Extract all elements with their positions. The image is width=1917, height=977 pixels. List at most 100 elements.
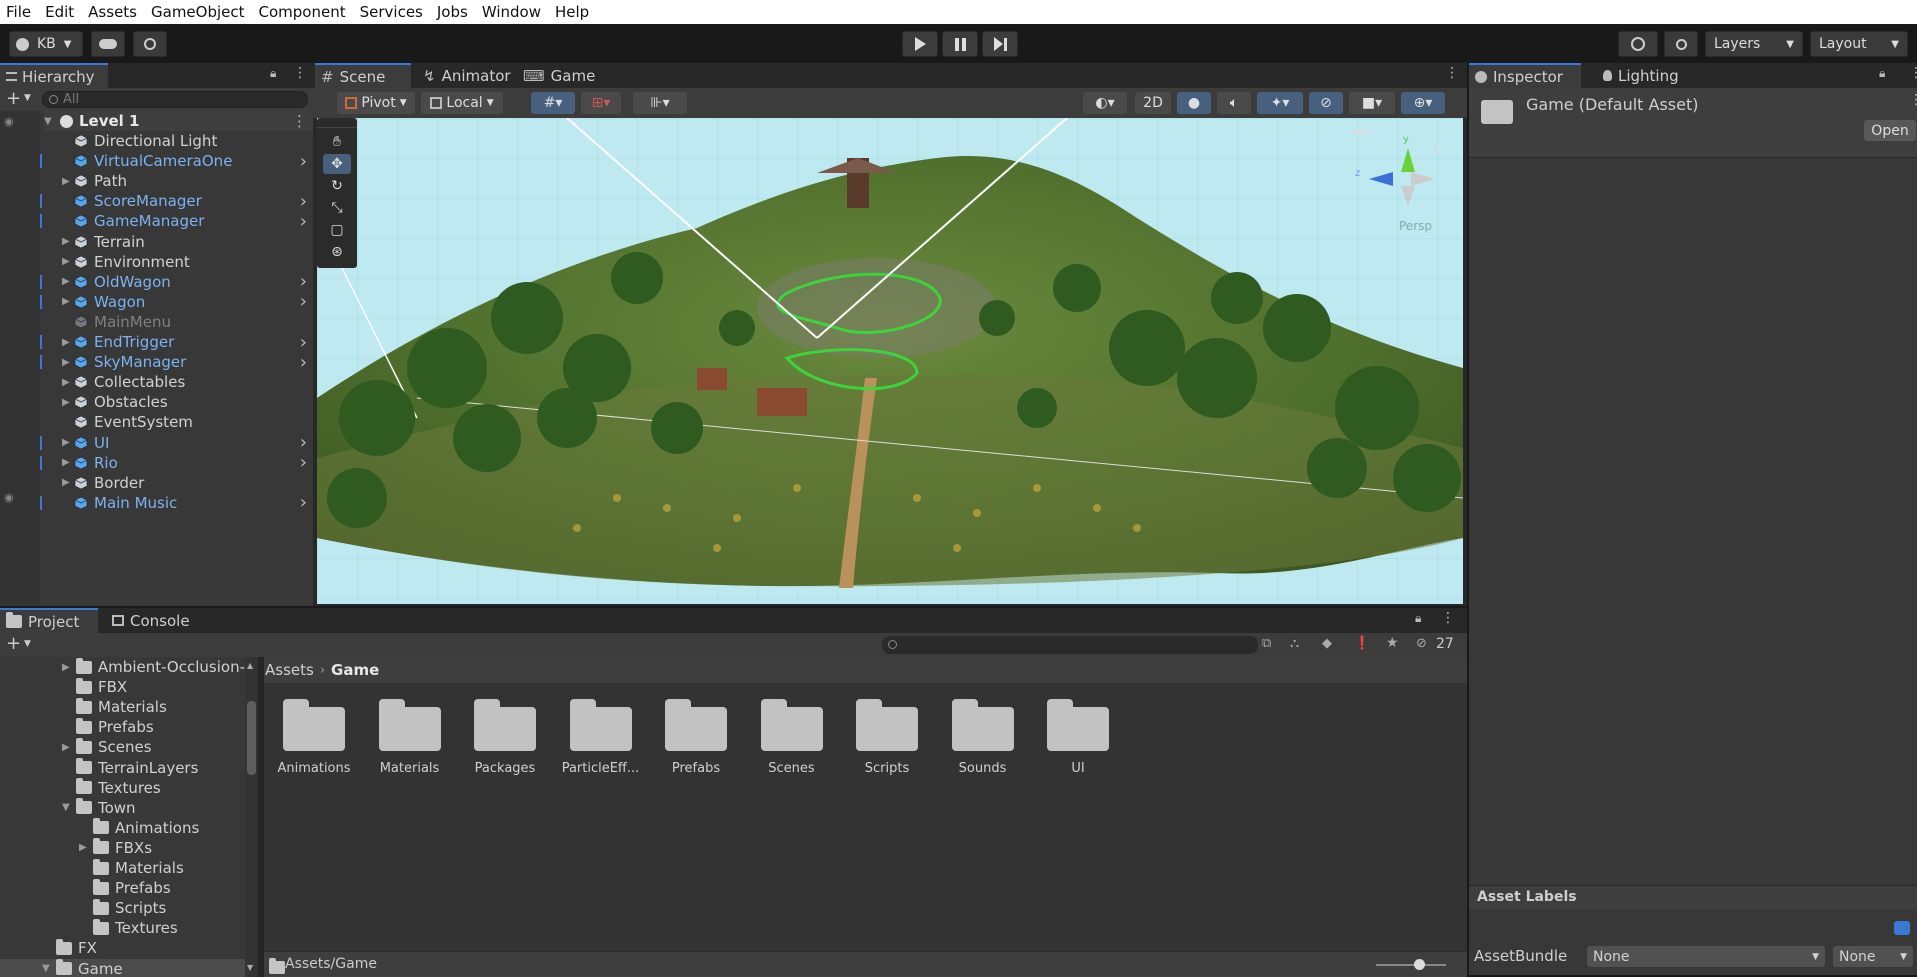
hierarchy-item[interactable]: MainMenu — [44, 312, 313, 332]
tree-folder-item[interactable]: Scripts — [0, 898, 245, 918]
menu-gameobject[interactable]: GameObject — [151, 3, 245, 21]
align-button[interactable]: ⊪▾ — [633, 92, 687, 114]
hierarchy-item[interactable]: ▶SkyManager› — [44, 352, 313, 372]
folder-tile[interactable]: Materials — [362, 695, 458, 785]
scroll-up-icon[interactable]: ▲ — [247, 661, 253, 670]
tree-folder-item[interactable]: Prefabs — [0, 878, 245, 898]
history-button[interactable] — [1618, 31, 1658, 57]
hierarchy-item[interactable]: ▶Rio› — [44, 453, 313, 473]
chevron-right-icon[interactable]: › — [300, 332, 307, 353]
folder-tile[interactable]: Scripts — [839, 695, 935, 785]
tab-hierarchy[interactable]: Hierarchy — [0, 63, 108, 88]
tree-folder-item[interactable]: Prefabs — [0, 717, 245, 737]
collapse-arrow-icon[interactable]: ▼ — [62, 802, 76, 813]
kebab-menu-icon[interactable]: ⋮ — [293, 65, 307, 81]
chevron-right-icon[interactable]: › — [300, 432, 307, 453]
hidden-objects-toggle[interactable]: ⊘ — [1309, 92, 1343, 114]
pause-button[interactable] — [942, 31, 978, 57]
tab-animator[interactable]: ↯ Animator — [417, 63, 513, 88]
chevron-right-icon[interactable]: › — [300, 352, 307, 373]
scale-tool[interactable]: ⤡ — [323, 198, 351, 218]
menu-services[interactable]: Services — [360, 3, 423, 21]
project-search-input[interactable] — [882, 636, 1258, 654]
folder-tile[interactable]: Sounds — [935, 695, 1031, 785]
hierarchy-item[interactable]: ▶UI› — [44, 433, 313, 453]
menu-jobs[interactable]: Jobs — [437, 3, 468, 21]
hierarchy-item[interactable]: ▶Collectables — [44, 372, 313, 392]
increment-snap-button[interactable]: ⊞▾ — [581, 92, 621, 114]
shading-mode-dropdown[interactable]: ◐▾ — [1083, 92, 1127, 114]
tree-folder-item[interactable]: TerrainLayers — [0, 758, 245, 778]
tree-folder-item[interactable]: ▶FBXs — [0, 838, 245, 858]
hierarchy-item[interactable]: ▶Path — [44, 171, 313, 191]
gizmo-z-axis[interactable] — [1369, 172, 1393, 186]
expand-arrow-icon[interactable]: ▶ — [62, 276, 74, 287]
zoom-slider[interactable] — [1376, 964, 1446, 966]
scene-row[interactable]: ▼ Level 1 ⋮ — [44, 111, 313, 131]
folder-tile[interactable]: Prefabs — [648, 695, 744, 785]
chevron-right-icon[interactable]: › — [300, 291, 307, 312]
scene-viewport[interactable]: ✋︎ ✥ ↻ ⤡ ▢ ⊛ y z x Persp — [317, 118, 1463, 604]
hierarchy-item[interactable]: ▶Border — [44, 473, 313, 493]
expand-arrow-icon[interactable]: ▶ — [62, 176, 74, 187]
tab-lighting[interactable]: Lighting — [1597, 63, 1697, 88]
menu-window[interactable]: Window — [482, 3, 541, 21]
tools-drag-handle[interactable] — [317, 118, 357, 128]
kebab-menu-icon[interactable]: ⋮ — [292, 112, 307, 130]
expand-arrow-icon[interactable]: ▶ — [62, 236, 74, 247]
chevron-down-icon[interactable]: ▼ — [24, 93, 31, 103]
lock-icon[interactable]: 🔒︎ — [1879, 66, 1885, 81]
folder-tile[interactable]: Animations — [266, 695, 362, 785]
rotate-tool[interactable]: ↻ — [323, 176, 351, 196]
menu-file[interactable]: File — [6, 3, 31, 21]
chevron-right-icon[interactable]: › — [300, 271, 307, 292]
gizmos-dropdown[interactable]: ⊕▾ — [1401, 92, 1445, 114]
layout-dropdown[interactable]: Layout ▼ — [1810, 31, 1908, 57]
lighting-toggle[interactable]: ● — [1177, 92, 1211, 114]
folder-tile[interactable]: ParticleEff... — [553, 695, 649, 785]
chevron-right-icon[interactable]: › — [300, 211, 307, 232]
expand-arrow-icon[interactable]: ▶ — [62, 377, 74, 388]
menu-edit[interactable]: Edit — [45, 3, 74, 21]
hand-tool[interactable]: ✋︎ — [323, 132, 351, 152]
transform-tool[interactable]: ⊛ — [323, 242, 351, 262]
grid-snap-button[interactable]: #▾ — [531, 92, 575, 114]
camera-dropdown[interactable]: ■▾ — [1349, 92, 1395, 114]
tab-inspector[interactable]: Inspector — [1469, 63, 1581, 88]
search-button[interactable] — [1664, 31, 1698, 57]
menu-component[interactable]: Component — [259, 3, 346, 21]
kebab-menu-icon[interactable]: ⋮ — [1909, 92, 1917, 108]
open-button[interactable]: Open — [1864, 120, 1916, 141]
tree-folder-item[interactable]: Animations — [0, 818, 245, 838]
tab-project[interactable]: Project — [0, 608, 98, 633]
collab-button[interactable] — [133, 31, 167, 57]
tag-icon[interactable] — [1894, 921, 1910, 935]
move-tool[interactable]: ✥ — [323, 154, 351, 174]
hierarchy-item[interactable]: Main Music› — [44, 493, 313, 513]
2d-toggle[interactable]: 2D — [1135, 92, 1171, 114]
chevron-down-icon[interactable]: ▼ — [44, 116, 56, 127]
tab-console[interactable]: Console — [106, 608, 204, 633]
local-dropdown[interactable]: Local▼ — [421, 92, 503, 114]
tree-folder-item[interactable]: Textures — [0, 918, 245, 938]
hierarchy-search-input[interactable]: All — [42, 91, 308, 108]
eye-icon[interactable]: ◉ — [4, 115, 14, 128]
account-dropdown[interactable]: KB ▼ — [9, 31, 83, 57]
expand-arrow-icon[interactable]: ▶ — [62, 457, 74, 468]
chevron-down-icon[interactable]: ▼ — [24, 639, 31, 649]
expand-arrow-icon[interactable]: ▶ — [62, 337, 74, 348]
zoom-slider-thumb[interactable] — [1414, 959, 1425, 970]
chevron-right-icon[interactable]: › — [300, 151, 307, 172]
kebab-menu-icon[interactable]: ⋮ — [1445, 65, 1459, 81]
expand-arrow-icon[interactable]: ▶ — [79, 842, 93, 853]
hidden-packages-icon[interactable]: ⊘ — [1416, 636, 1427, 651]
kebab-menu-icon[interactable]: ⋮ — [1441, 610, 1455, 626]
cloud-button[interactable] — [91, 31, 125, 57]
kebab-menu-icon[interactable]: ⋮ — [1909, 65, 1917, 81]
hierarchy-item[interactable]: ▶OldWagon› — [44, 272, 313, 292]
expand-arrow-icon[interactable]: ▶ — [62, 437, 74, 448]
hierarchy-item[interactable]: ▶EndTrigger› — [44, 332, 313, 352]
search-by-type-icon[interactable]: ⧉ — [1262, 636, 1271, 651]
chevron-right-icon[interactable]: › — [300, 492, 307, 513]
tree-folder-item[interactable]: ▶Ambient-Occlusion- — [0, 657, 245, 677]
